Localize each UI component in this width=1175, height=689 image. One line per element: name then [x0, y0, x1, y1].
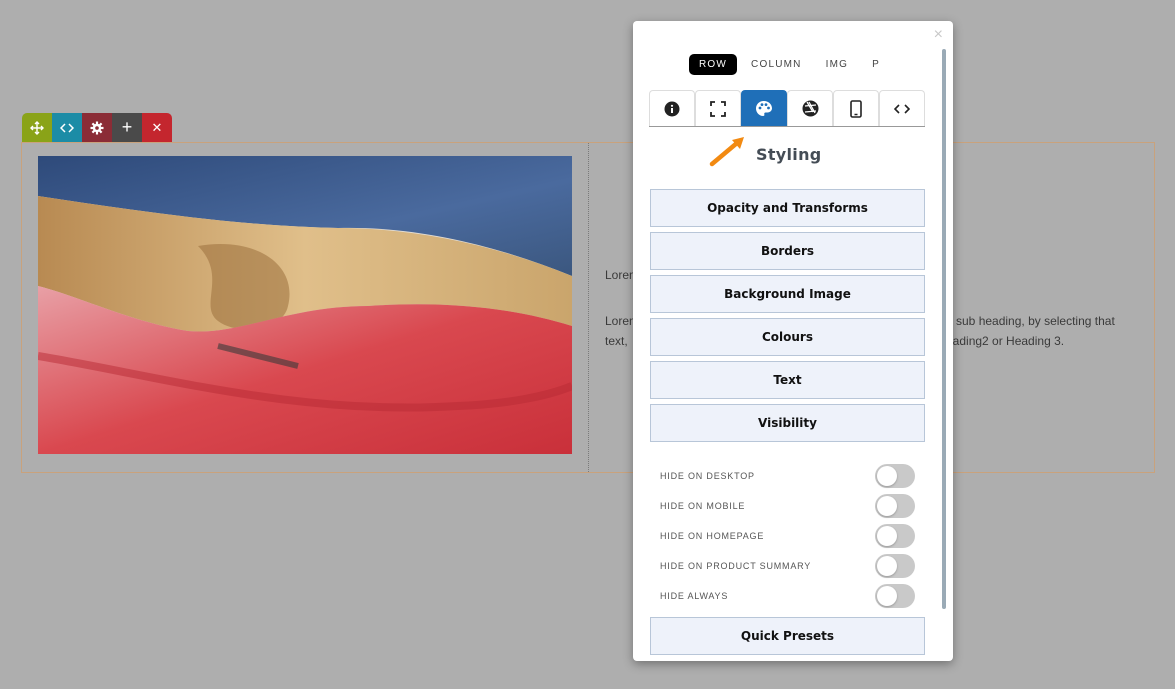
- pointer-arrow-icon: [709, 137, 744, 167]
- hide-product-summary-toggle[interactable]: [875, 554, 915, 578]
- move-button[interactable]: [22, 113, 52, 142]
- toggle-row-hide-desktop: HIDE ON DESKTOP: [660, 464, 915, 488]
- toggle-knob: [877, 586, 897, 606]
- code-button[interactable]: [52, 113, 82, 142]
- clothes-image[interactable]: [38, 156, 572, 454]
- tab-dimensions[interactable]: [695, 90, 741, 126]
- toggle-label: HIDE ON DESKTOP: [660, 471, 755, 481]
- styling-panel: × ROW COLUMN IMG P Styling Opacity and T…: [633, 21, 953, 661]
- scrollbar[interactable]: [942, 49, 946, 609]
- paragraph-text-right: a sub heading, by selecting that eading2…: [946, 311, 1115, 351]
- move-icon: [30, 120, 44, 135]
- icon-tabs: [649, 90, 925, 127]
- background-image-button[interactable]: Background Image: [650, 275, 925, 313]
- tab-row[interactable]: ROW: [689, 54, 738, 75]
- tab-code[interactable]: [879, 90, 925, 126]
- toggle-label: HIDE ON PRODUCT SUMMARY: [660, 561, 812, 571]
- tab-effects[interactable]: [787, 90, 833, 126]
- tab-info[interactable]: [649, 90, 695, 126]
- plus-icon: +: [121, 117, 133, 137]
- hide-mobile-toggle[interactable]: [875, 494, 915, 518]
- delete-button[interactable]: ✕: [142, 113, 172, 142]
- hide-always-toggle[interactable]: [875, 584, 915, 608]
- colours-button[interactable]: Colours: [650, 318, 925, 356]
- toggle-label: HIDE ON HOMEPAGE: [660, 531, 765, 541]
- toggle-row-hide-mobile: HIDE ON MOBILE: [660, 494, 915, 518]
- tab-img[interactable]: IMG: [816, 54, 859, 75]
- toggle-knob: [877, 556, 897, 576]
- hide-homepage-toggle[interactable]: [875, 524, 915, 548]
- paragraph-line: a sub heading, by selecting that: [946, 314, 1115, 328]
- code-icon: [60, 122, 74, 133]
- opacity-transforms-button[interactable]: Opacity and Transforms: [650, 189, 925, 227]
- column-divider: [588, 143, 589, 472]
- settings-button[interactable]: [82, 113, 112, 142]
- toggle-row-hide-product-summary: HIDE ON PRODUCT SUMMARY: [660, 554, 915, 578]
- toggle-label: HIDE ALWAYS: [660, 591, 729, 601]
- tab-responsive[interactable]: [833, 90, 879, 126]
- tab-column[interactable]: COLUMN: [741, 54, 812, 75]
- paragraph-line: eading2 or Heading 3.: [946, 334, 1065, 348]
- hide-desktop-toggle[interactable]: [875, 464, 915, 488]
- close-icon[interactable]: ×: [934, 26, 943, 44]
- mobile-icon: [850, 99, 862, 118]
- toggle-knob: [877, 496, 897, 516]
- close-icon: ✕: [151, 119, 163, 135]
- info-icon: [664, 101, 680, 116]
- add-button[interactable]: +: [112, 113, 142, 142]
- borders-button[interactable]: Borders: [650, 232, 925, 270]
- section-title: Styling: [756, 145, 822, 164]
- row-toolbar: + ✕: [22, 113, 172, 142]
- visibility-button[interactable]: Visibility: [650, 404, 925, 442]
- toggle-knob: [877, 526, 897, 546]
- toggle-knob: [877, 466, 897, 486]
- quick-presets-button[interactable]: Quick Presets: [650, 617, 925, 655]
- aperture-icon: [802, 100, 818, 117]
- code-icon: [894, 103, 910, 114]
- fullscreen-icon: [710, 100, 726, 117]
- text-button[interactable]: Text: [650, 361, 925, 399]
- toggle-row-hide-homepage: HIDE ON HOMEPAGE: [660, 524, 915, 548]
- tab-p[interactable]: P: [862, 54, 890, 75]
- tab-styling[interactable]: [741, 90, 787, 126]
- gear-icon: [90, 121, 104, 134]
- toggle-label: HIDE ON MOBILE: [660, 501, 746, 511]
- toggle-row-hide-always: HIDE ALWAYS: [660, 584, 915, 608]
- palette-icon: [756, 100, 772, 116]
- element-tabs: ROW COLUMN IMG P: [689, 54, 890, 75]
